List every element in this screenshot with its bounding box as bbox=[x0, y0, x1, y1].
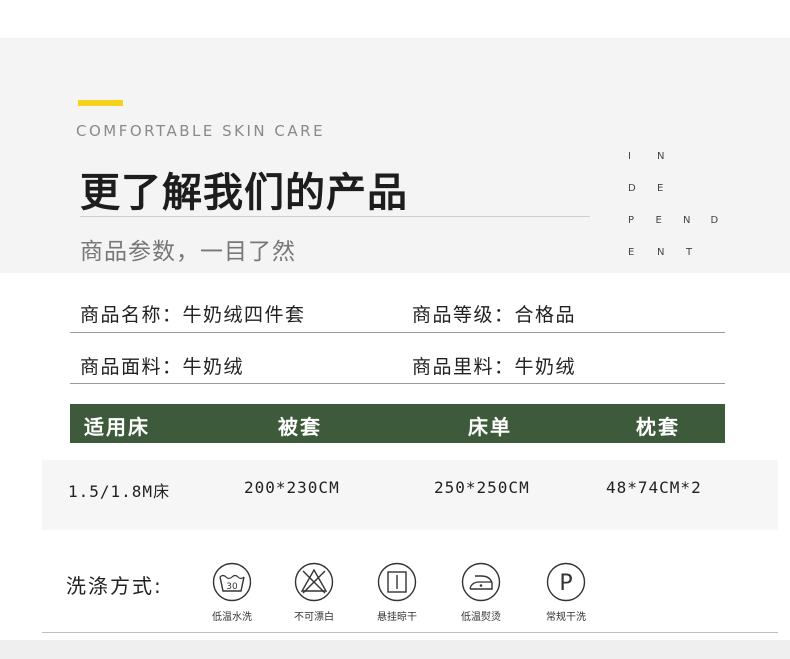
accent-bar bbox=[78, 100, 123, 106]
care-caption: 悬挂晾干 bbox=[377, 612, 417, 623]
kicker-text: COMFORTABLE SKIN CARE bbox=[76, 122, 326, 140]
care-item-dry-clean: P 常规干洗 bbox=[536, 562, 596, 628]
info-divider bbox=[70, 383, 725, 384]
product-info-page: COMFORTABLE SKIN CARE 更了解我们的产品 商品参数，一目了然… bbox=[0, 0, 790, 659]
page-subtitle: 商品参数，一目了然 bbox=[80, 239, 296, 265]
info-row-fabric: 商品面料：牛奶绒 商品里料：牛奶绒 bbox=[80, 352, 725, 382]
wash-temperature: 30 bbox=[226, 582, 238, 592]
letter: I bbox=[628, 150, 631, 162]
hang-dry-icon bbox=[377, 562, 417, 602]
info-divider bbox=[70, 332, 725, 333]
wash-30-icon: 30 bbox=[212, 562, 252, 602]
info-row-name-grade: 商品名称：牛奶绒四件套 商品等级：合格品 bbox=[80, 300, 725, 330]
vertical-word-row: D E bbox=[628, 172, 738, 204]
product-grade: 商品等级：合格品 bbox=[412, 304, 577, 326]
letter: P bbox=[628, 214, 635, 226]
letter: D bbox=[628, 182, 636, 194]
letter: N bbox=[683, 214, 691, 226]
no-bleach-icon bbox=[294, 562, 334, 602]
duvet-size: 200*230CM bbox=[244, 478, 340, 497]
column-pillowcase: 枕套 bbox=[636, 415, 680, 439]
care-item-hang-dry: 悬挂晾干 bbox=[367, 562, 427, 628]
column-sheet: 床单 bbox=[468, 415, 512, 439]
care-caption: 低温水洗 bbox=[212, 612, 252, 623]
pillowcase-size: 48*74CM*2 bbox=[606, 478, 702, 497]
low-iron-icon bbox=[461, 562, 501, 602]
care-caption: 不可漂白 bbox=[294, 612, 334, 623]
size-table-header: 适用床 被套 床单 枕套 bbox=[70, 404, 725, 443]
column-duvet: 被套 bbox=[278, 415, 322, 439]
footer-band bbox=[0, 640, 790, 659]
title-divider bbox=[80, 216, 590, 217]
dry-clean-p-icon: P bbox=[546, 562, 586, 602]
letter: E bbox=[628, 246, 635, 258]
care-label: 洗涤方式: bbox=[66, 574, 163, 598]
letter: E bbox=[657, 182, 664, 194]
size-table-row: 1.5/1.8M床 200*230CM 250*250CM 48*74CM*2 bbox=[0, 478, 790, 504]
sheet-size: 250*250CM bbox=[434, 478, 530, 497]
product-fabric: 商品面料：牛奶绒 bbox=[80, 356, 245, 378]
column-bed: 适用床 bbox=[84, 415, 150, 439]
vertical-word-row: I N bbox=[628, 140, 738, 172]
vertical-word-row: P E N D bbox=[628, 204, 738, 236]
care-caption: 低温熨烫 bbox=[461, 612, 501, 623]
letter: N bbox=[657, 246, 665, 258]
product-name: 商品名称：牛奶绒四件套 bbox=[80, 304, 306, 326]
dry-clean-letter: P bbox=[559, 571, 572, 596]
vertical-word-row: E N T bbox=[628, 236, 738, 268]
letter: T bbox=[686, 246, 693, 258]
independent-vertical-word: I N D E P E N D E N T bbox=[628, 140, 738, 268]
product-lining: 商品里料：牛奶绒 bbox=[412, 356, 577, 378]
care-item-bleach: 不可漂白 bbox=[284, 562, 344, 628]
page-title: 更了解我们的产品 bbox=[80, 170, 408, 216]
care-item-iron: 低温熨烫 bbox=[451, 562, 511, 628]
bed-size: 1.5/1.8M床 bbox=[68, 482, 171, 501]
letter: N bbox=[657, 150, 665, 162]
letter: E bbox=[655, 214, 662, 226]
care-item-wash: 30 低温水洗 bbox=[202, 562, 262, 628]
bottom-divider bbox=[42, 632, 778, 633]
letter: D bbox=[710, 214, 719, 226]
care-caption: 常规干洗 bbox=[546, 612, 586, 623]
